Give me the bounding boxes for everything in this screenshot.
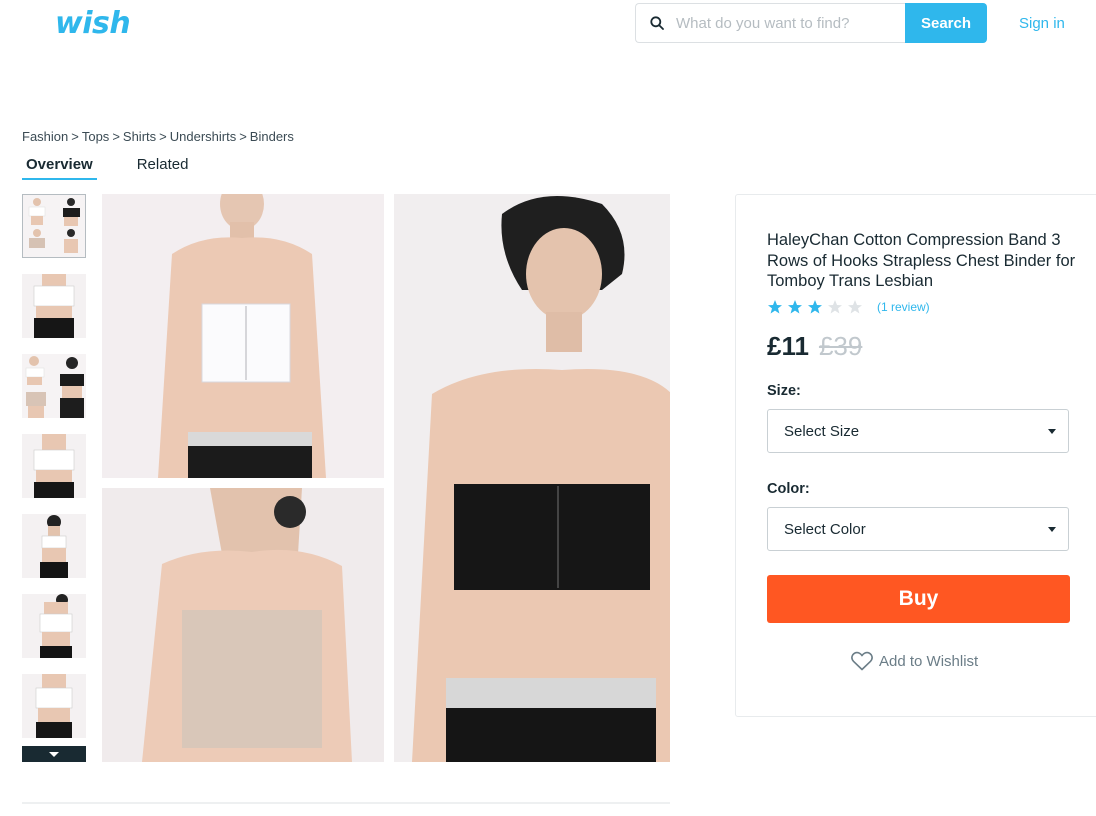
review-count-link[interactable]: (1 review) [877, 300, 930, 314]
product-tabs: Overview Related [22, 156, 188, 180]
wishlist-label: Add to Wishlist [879, 652, 979, 670]
original-price: £39 [818, 331, 863, 361]
breadcrumb-shirts[interactable]: Shirts [123, 129, 156, 144]
breadcrumb: Fashion > Tops > Shirts > Undershirts > … [22, 129, 294, 144]
product-photo-beige-binder [102, 488, 384, 762]
buy-button[interactable]: Buy [767, 575, 1070, 623]
color-select[interactable]: Select Color [767, 507, 1069, 551]
product-photo-white-binder [102, 178, 384, 478]
search-button[interactable]: Search [905, 3, 987, 43]
thumbnail-2[interactable] [22, 274, 86, 338]
thumbnail-4[interactable] [22, 434, 86, 498]
chevron-down-icon [1048, 429, 1056, 434]
breadcrumb-tops[interactable]: Tops [82, 129, 109, 144]
breadcrumb-fashion[interactable]: Fashion [22, 129, 68, 144]
chevron-down-icon [49, 751, 59, 757]
product-photo-black-binder [394, 194, 672, 762]
size-select-value: Select Size [784, 422, 860, 440]
thumbnail-1[interactable] [22, 194, 86, 258]
color-select-value: Select Color [784, 520, 866, 538]
thumbnail-scroll-down-button[interactable] [22, 746, 86, 762]
tab-overview[interactable]: Overview [22, 156, 97, 180]
thumbnail-3[interactable] [22, 354, 86, 418]
search-input[interactable] [676, 14, 886, 32]
product-purchase-panel: HaleyChan Cotton Compression Band 3 Rows… [735, 194, 1096, 717]
sign-in-link[interactable]: Sign in [1019, 15, 1065, 32]
product-title: HaleyChan Cotton Compression Band 3 Rows… [767, 231, 1076, 290]
thumbnail-5[interactable] [22, 514, 86, 578]
search-icon [650, 16, 664, 30]
thumbnail-7[interactable] [22, 674, 86, 738]
current-price: £11 [767, 331, 809, 361]
star-empty-icon [828, 300, 842, 314]
breadcrumb-separator: > [112, 129, 120, 144]
star-icon [788, 300, 802, 314]
breadcrumb-undershirts[interactable]: Undershirts [170, 129, 236, 144]
wish-logo[interactable]: wish [55, 6, 131, 41]
breadcrumb-separator: > [239, 129, 247, 144]
size-select[interactable]: Select Size [767, 409, 1069, 453]
star-icon [808, 300, 822, 314]
tab-related[interactable]: Related [137, 156, 189, 180]
chevron-down-icon [1048, 527, 1056, 532]
thumbnail-6[interactable] [22, 594, 86, 658]
content-divider [22, 802, 670, 804]
search-bar [635, 3, 906, 43]
breadcrumb-separator: > [71, 129, 79, 144]
star-icon [768, 300, 782, 314]
price-row: £11 £39 [767, 331, 862, 362]
add-to-wishlist-button[interactable]: Add to Wishlist [851, 651, 978, 671]
size-label: Size: [767, 383, 801, 399]
rating-stars: (1 review) [767, 299, 930, 315]
main-product-image[interactable] [102, 178, 672, 762]
star-empty-icon [848, 300, 862, 314]
breadcrumb-separator: > [159, 129, 167, 144]
heart-icon [851, 651, 873, 671]
color-label: Color: [767, 481, 810, 497]
breadcrumb-binders[interactable]: Binders [250, 129, 294, 144]
